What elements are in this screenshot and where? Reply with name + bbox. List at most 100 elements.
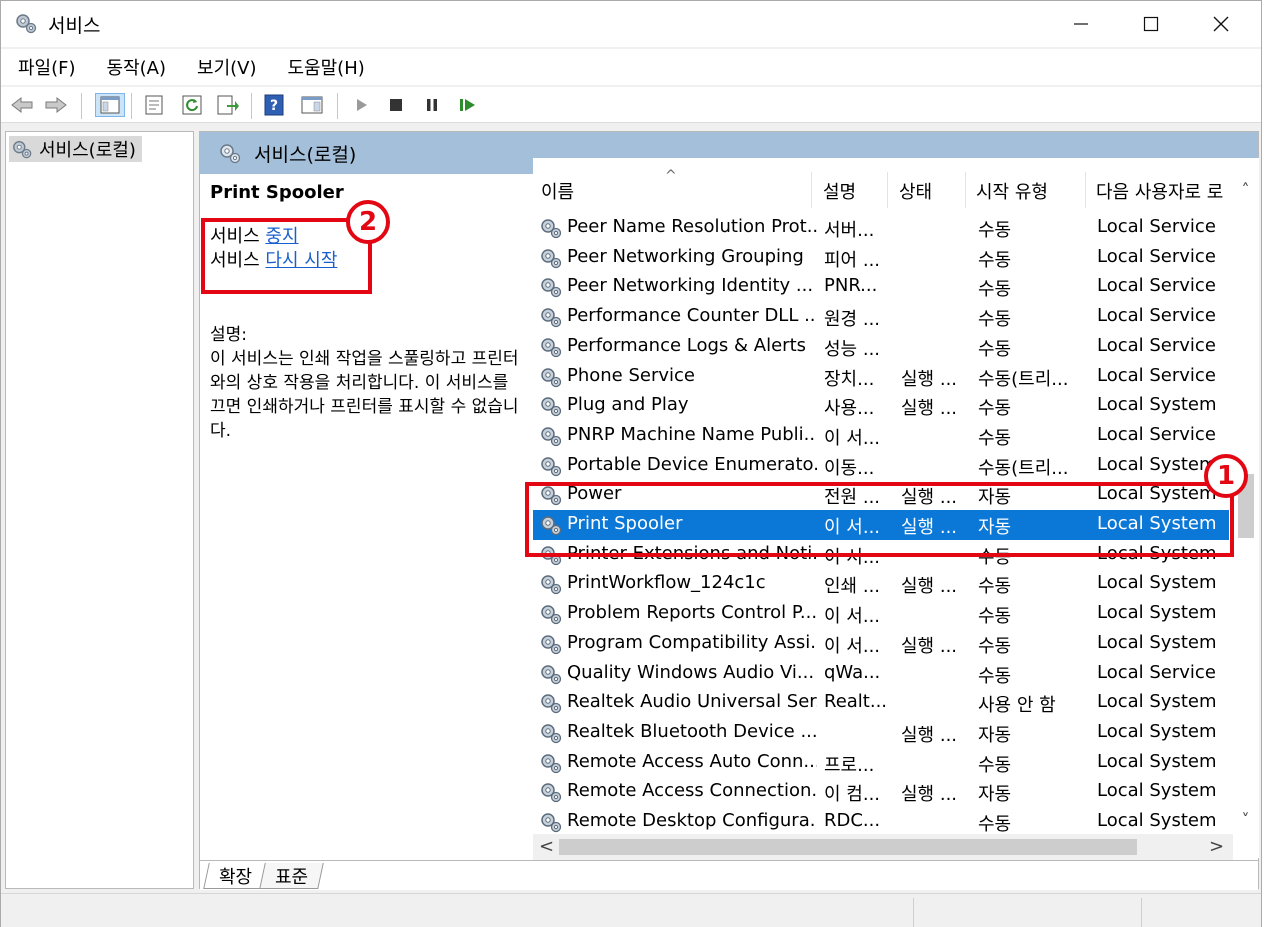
maximize-icon: [1143, 16, 1159, 32]
column-header-name[interactable]: 이름: [541, 178, 574, 204]
menu-action[interactable]: 동작(A): [90, 54, 180, 80]
service-log-on-as-cell: Local Service: [1097, 334, 1216, 356]
horizontal-scroll-thumb[interactable]: [559, 839, 1137, 855]
tab-standard[interactable]: 표준: [259, 863, 324, 889]
service-description-cell: 이 서...: [824, 635, 881, 657]
help-button[interactable]: ?: [261, 93, 287, 117]
service-name-cell: Performance Logs & Alerts: [567, 334, 807, 356]
column-divider[interactable]: [965, 172, 966, 208]
table-row[interactable]: Peer Networking Grouping 피어 ... 수동 Local Se…: [533, 243, 1229, 273]
table-row[interactable]: Performance Counter DLL ... 원경 ... 수동 Local…: [533, 302, 1229, 332]
tab-standard-label: 표준: [275, 866, 309, 888]
service-gear-icon: [541, 308, 562, 328]
table-row[interactable]: Quality Windows Audio Vi... qWa... 수동 Local…: [533, 659, 1229, 689]
refresh-button[interactable]: [179, 93, 205, 117]
arrow-right-icon: [45, 96, 67, 114]
view-tabs: 확장 표준: [200, 860, 1258, 890]
pause-icon: [427, 99, 437, 111]
service-log-on-as-cell: Local System: [1097, 750, 1217, 772]
table-row[interactable]: Plug and Play 사용... 실행 ... 수동 Local System: [533, 391, 1229, 421]
service-description-cell: 피어 ...: [824, 249, 881, 271]
annotation-badge-2: 2: [346, 200, 390, 244]
service-gear-icon: [541, 635, 562, 654]
service-log-on-as-cell: Local System: [1097, 602, 1217, 624]
table-row[interactable]: Portable Device Enumerato... 이동... 수동(트리..…: [533, 451, 1229, 481]
menu-view[interactable]: 보기(V): [180, 54, 270, 80]
start-service-button[interactable]: [349, 93, 375, 117]
column-header-startup-type[interactable]: 시작 유형: [976, 178, 1048, 204]
scroll-up-icon[interactable]: ˄: [1233, 180, 1258, 199]
menu-help[interactable]: 도움말(H): [271, 54, 379, 80]
service-startup-type-cell: 수동: [978, 754, 1012, 776]
service-gear-icon: [541, 575, 562, 595]
service-description-cell: 프로...: [824, 754, 875, 776]
sort-ascending-icon: ^: [665, 168, 677, 184]
column-divider[interactable]: [811, 172, 812, 208]
table-row[interactable]: Phone Service 장치... 실행 ... 수동(트리... Local Se…: [533, 362, 1229, 392]
table-row[interactable]: Performance Logs & Alerts 성능 ... 수동 Local S…: [533, 332, 1229, 362]
scroll-left-icon[interactable]: <: [539, 836, 554, 857]
scroll-down-icon[interactable]: ˅: [1233, 810, 1258, 829]
restart-service-button[interactable]: [455, 93, 481, 117]
service-log-on-as-cell: Local System: [1097, 810, 1217, 831]
table-row[interactable]: PrintWorkflow_124c1c 인쇄 ... 실행 ... 수동 Local …: [533, 569, 1229, 599]
service-gear-icon: [541, 724, 562, 744]
service-log-on-as-cell: Local Service: [1097, 275, 1216, 297]
service-name-cell: Peer Name Resolution Prot...: [567, 216, 817, 237]
export-list-button[interactable]: [215, 93, 241, 117]
pause-service-button[interactable]: [419, 93, 445, 117]
service-description-cell: 이동...: [824, 457, 875, 479]
minimize-button[interactable]: [1046, 1, 1116, 47]
table-row[interactable]: Remote Desktop Configura... RDC... 수동 Local…: [533, 807, 1229, 837]
column-divider[interactable]: [887, 172, 888, 208]
column-header-log-on-as[interactable]: 다음 사용자로 로: [1096, 178, 1223, 204]
table-row[interactable]: Realtek Bluetooth Device ... 실행 ... 자동 Loca…: [533, 718, 1229, 748]
service-description-cell: 이 컴...: [824, 784, 881, 806]
maximize-button[interactable]: [1116, 1, 1186, 47]
toolbar-separator: [81, 93, 82, 119]
table-row[interactable]: Problem Reports Control P... 이 서... 수동 Loca…: [533, 599, 1229, 629]
show-action-pane-button[interactable]: [299, 93, 325, 117]
show-hide-console-tree-button[interactable]: [95, 93, 125, 117]
column-header-status[interactable]: 상태: [899, 178, 932, 204]
status-bar-divider: [1141, 898, 1142, 927]
service-log-on-as-cell: Local System: [1097, 691, 1217, 713]
menu-file[interactable]: 파일(F): [1, 54, 90, 80]
table-row[interactable]: PNRP Machine Name Publi... 이 서... 수동 Local …: [533, 421, 1229, 451]
service-name-cell: Realtek Audio Universal Ser...: [567, 691, 817, 713]
tab-extended[interactable]: 확장: [203, 863, 268, 889]
vertical-scrollbar[interactable]: ˄ ˅: [1233, 174, 1258, 832]
service-log-on-as-cell: Local System: [1097, 572, 1217, 594]
back-button[interactable]: [9, 93, 35, 117]
column-divider[interactable]: [1085, 172, 1086, 208]
service-log-on-as-cell: Local Service: [1097, 661, 1216, 683]
close-button[interactable]: [1186, 1, 1256, 47]
column-header-row: ^ 이름 설명 상태 시작 유형 다음 사용자로 로: [533, 158, 1259, 214]
stop-service-button[interactable]: [383, 93, 409, 117]
export-list-icon: [217, 95, 239, 115]
forward-button[interactable]: [43, 93, 69, 117]
service-name-cell: Portable Device Enumerato...: [567, 453, 817, 475]
service-description-cell: 인쇄 ...: [824, 576, 881, 598]
svg-text:?: ?: [270, 98, 278, 114]
service-gear-icon: [541, 219, 562, 239]
service-startup-type-cell: 수동: [978, 814, 1012, 835]
table-row[interactable]: Peer Name Resolution Prot... 서버... 수동 Local…: [533, 213, 1229, 243]
column-header-description[interactable]: 설명: [823, 178, 856, 204]
table-row[interactable]: Realtek Audio Universal Ser... Realt... 사용…: [533, 688, 1229, 718]
scroll-right-icon[interactable]: >: [1209, 836, 1224, 857]
horizontal-scrollbar[interactable]: < >: [533, 834, 1233, 860]
service-name-cell: Quality Windows Audio Vi...: [567, 661, 815, 683]
table-row[interactable]: Program Compatibility Assi... 이 서... 실행 ..…: [533, 629, 1229, 659]
service-startup-type-cell: 수동: [978, 606, 1012, 628]
service-gear-icon: [541, 278, 562, 298]
properties-button[interactable]: [141, 93, 167, 117]
table-row[interactable]: Peer Networking Identity ... PNR... 수동 Loca…: [533, 272, 1229, 302]
service-gear-icon: [541, 248, 562, 268]
table-row[interactable]: Remote Access Auto Conn... 프로... 수동 Local S…: [533, 748, 1229, 778]
tree-node-services-local[interactable]: 서비스(로컬): [9, 136, 142, 162]
toolbar: ?: [1, 87, 1261, 123]
service-gear-icon: [541, 456, 562, 476]
table-row[interactable]: Remote Access Connection... 이 컴... 실행 ... 자…: [533, 777, 1229, 807]
status-bar: [1, 893, 1261, 927]
